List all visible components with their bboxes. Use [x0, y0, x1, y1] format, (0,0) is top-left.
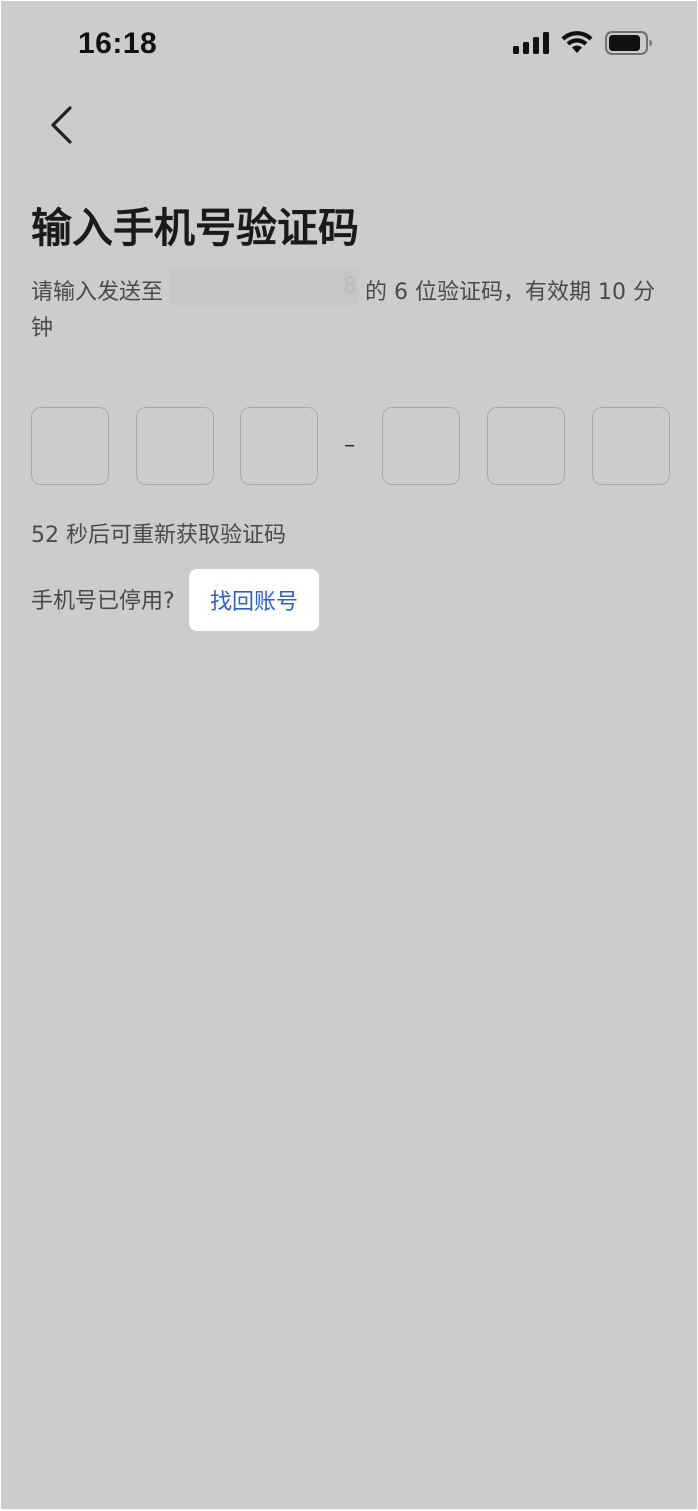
verification-screen: 16:18 输入手机号验证码 请输入发送至 8 的 6 位验证码，有效期 10 … — [1, 1, 697, 1509]
code-digit-5[interactable] — [487, 407, 565, 485]
code-digit-2[interactable] — [136, 407, 214, 485]
status-time: 16:18 — [78, 27, 158, 60]
back-button[interactable] — [35, 101, 87, 153]
recover-account-highlight: 找回账号 — [189, 569, 319, 631]
phone-disabled-prompt: 手机号已停用? — [31, 589, 175, 614]
code-digit-3[interactable] — [240, 407, 318, 485]
chevron-left-icon — [48, 105, 74, 149]
resend-countdown: 52 秒后可重新获取验证码 — [31, 523, 286, 548]
signal-icon — [513, 32, 549, 54]
code-separator: – — [344, 433, 355, 458]
masked-phone-number: 8 — [169, 269, 360, 305]
battery-icon — [605, 31, 653, 55]
code-input-row: – — [31, 407, 673, 487]
masked-phone-tail: 8 — [343, 274, 358, 299]
recover-account-link[interactable]: 找回账号 — [210, 584, 298, 616]
subtitle-prefix: 请输入发送至 — [31, 280, 164, 305]
status-icons — [513, 31, 653, 55]
subtitle: 请输入发送至 8 的 6 位验证码，有效期 10 分钟 — [31, 269, 671, 347]
page-title: 输入手机号验证码 — [31, 204, 359, 252]
code-digit-1[interactable] — [31, 407, 109, 485]
code-digit-4[interactable] — [382, 407, 460, 485]
wifi-icon — [561, 31, 593, 55]
code-digit-6[interactable] — [592, 407, 670, 485]
